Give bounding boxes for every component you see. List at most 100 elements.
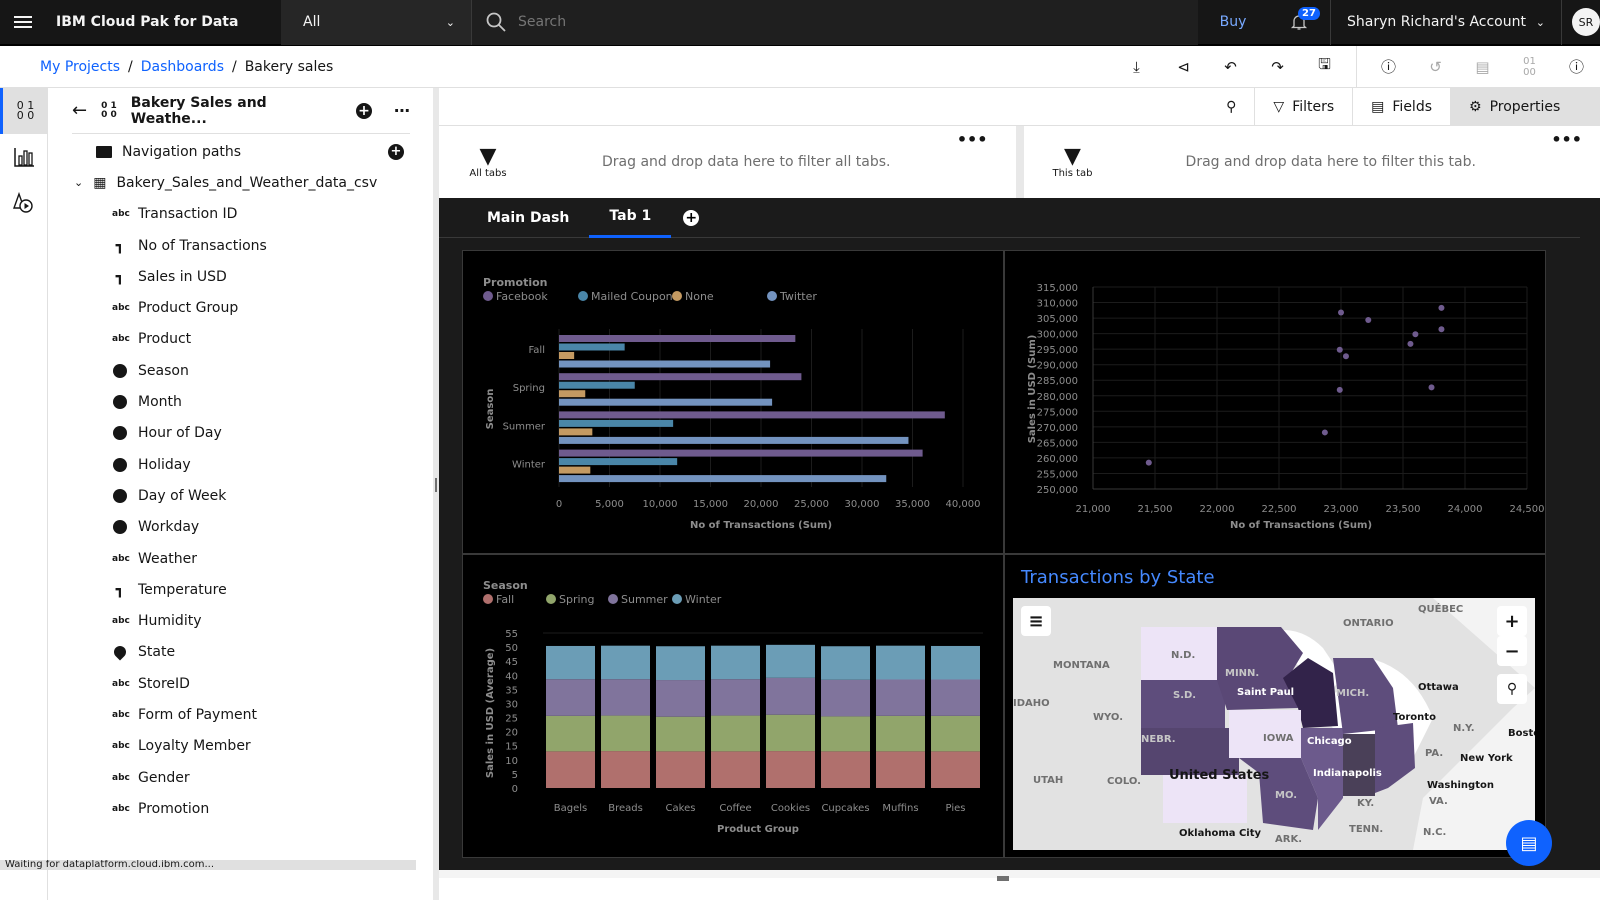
field-item[interactable]: abc Transaction ID [48,199,434,230]
version-history-icon: ↺ [1429,57,1442,76]
bar-facebook [559,335,796,342]
stack-segment-winter [766,644,815,678]
legend-label: Twitter [779,290,817,303]
overflow-menu-icon[interactable]: ⋯ [394,101,410,120]
field-item[interactable]: abc StoreID [48,668,434,699]
fields-button[interactable]: ▤ Fields [1352,87,1450,126]
avatar[interactable]: SR [1572,8,1600,36]
x-tick-label: 21,000 [1076,504,1111,515]
map-label: N.C. [1423,827,1447,838]
field-item[interactable]: abc Loyalty Member [48,731,434,762]
this-tab-filter-dropzone[interactable]: ▼ This tab Drag and drop data here to fil… [1024,126,1600,198]
help-button[interactable]: ⓘ [1553,46,1600,88]
rail-visualizations[interactable] [0,134,48,180]
field-item[interactable]: Holiday [48,449,434,480]
scatter-chart-widget[interactable]: 250,000 255,000 260,000 265,000 270,000 275,0… [1004,250,1546,554]
dashboard-content: ⚲ ▽ Filters ▤ Fields ⚙ Properties ▼ All tabs… [439,87,1600,878]
field-item[interactable]: abc Product Group [48,292,434,323]
field-item[interactable]: Workday [48,512,434,543]
help-icon: ⓘ [1568,58,1584,76]
field-item[interactable]: ┓ No of Transactions [48,230,434,261]
info-button[interactable]: ⓘ [1365,46,1412,88]
share-button[interactable]: ⊲ [1160,46,1207,88]
undo-button[interactable]: ↶ [1207,46,1254,88]
buy-link[interactable]: Buy [1198,14,1268,30]
download-button[interactable]: ⤓ [1113,46,1160,88]
state-map[interactable]: ONTARIO QUÉBEC MONTANA N.D. MINN. S.D. Saint P… [1013,598,1535,850]
stacked-bar-widget[interactable]: Season Fall Spring Summer Winter 0 5 10 15 20 25 30… [462,554,1004,858]
menu-button[interactable] [0,0,46,45]
state-sd[interactable] [1141,680,1225,728]
account-switcher[interactable]: Sharyn Richard's Account ⌄ [1330,0,1562,45]
chevron-down-icon[interactable]: ⌄ [74,176,83,189]
field-item[interactable]: abc Form of Payment [48,699,434,730]
add-source-icon[interactable]: + [356,102,372,119]
field-label: Hour of Day [138,425,222,442]
y-tick-label: 250,000 [1037,485,1078,496]
notifications-button[interactable]: 27 [1268,0,1330,45]
field-item[interactable]: abc Promotion [48,793,434,824]
bottom-resize-handle[interactable] [997,876,1009,881]
text-field-icon: abc [112,616,130,627]
breadcrumb-current: Bakery sales [244,58,334,75]
x-category-label: Cupcakes [821,803,869,814]
map-search-button[interactable]: ⚲ [1497,674,1527,704]
version-history-button[interactable]: ↺ [1412,46,1459,88]
chat-button[interactable]: ▤ [1506,820,1552,866]
tab-main-dash[interactable]: Main Dash [467,198,589,238]
this-tab-overflow-icon[interactable]: ••• [1551,130,1582,149]
comment-button[interactable]: ▤ [1459,46,1506,88]
add-navigation-path-icon[interactable]: + [388,143,404,160]
y-tick-label: 290,000 [1037,361,1078,372]
data-relationships-button[interactable]: ⚲ [1208,88,1254,126]
field-icon-wrap: abc [112,741,130,751]
field-item[interactable]: Month [48,386,434,417]
rail-data-sources[interactable]: 0 10 0 [0,88,48,134]
field-item[interactable]: Day of Week [48,480,434,511]
x-axis-title: No of Transactions (Sum) [690,520,832,531]
tab-tab-1[interactable]: Tab 1 [589,198,672,238]
data-button[interactable]: 01 00 [1506,46,1553,88]
stack-segment-summer [656,680,705,717]
filters-button[interactable]: ▽ Filters [1254,87,1352,126]
field-item[interactable]: abc Weather [48,543,434,574]
x-tick-label: 23,000 [1324,504,1359,515]
map-layers-button[interactable]: ≡ [1021,606,1051,636]
all-tabs-overflow-icon[interactable]: ••• [957,130,988,149]
breadcrumb-my-projects[interactable]: My Projects [40,59,120,75]
stack-segment-spring [711,715,760,752]
breadcrumb-dashboards[interactable]: Dashboards [141,59,224,75]
filter-divider[interactable] [1015,126,1024,198]
zoom-out-button[interactable]: − [1497,636,1527,666]
text-field-icon: abc [112,772,130,783]
field-item[interactable]: ┓ Temperature [48,574,434,605]
relationship-icon: ⚲ [1226,98,1237,115]
scatter-point [1438,304,1445,311]
rail-assistant[interactable] [0,180,48,226]
map-label: TENN. [1349,824,1384,835]
field-item[interactable]: Hour of Day [48,418,434,449]
field-item[interactable]: abc Product [48,324,434,355]
field-item[interactable]: abc Humidity [48,605,434,636]
y-tick-label: 315,000 [1037,283,1078,294]
back-arrow-icon[interactable]: ← [72,100,87,121]
stack-segment-winter [876,645,925,680]
redo-button[interactable]: ↷ [1254,46,1301,88]
y-tick-label: 0 [512,784,518,795]
add-tab-icon[interactable]: + [683,209,700,226]
all-tabs-label: All tabs [469,167,507,179]
save-button[interactable]: 🖫 [1301,46,1348,88]
field-item[interactable]: Season [48,355,434,386]
properties-button[interactable]: ⚙ Properties [1450,87,1600,126]
navigation-paths-row[interactable]: Navigation paths + [48,136,434,167]
field-item[interactable]: ┓ Sales in USD [48,261,434,292]
bar-chart-widget[interactable]: Promotion Facebook Mailed Coupon None Twitte… [462,250,1004,554]
field-item[interactable]: abc Gender [48,762,434,793]
field-item[interactable]: State [48,637,434,668]
all-tabs-filter-dropzone[interactable]: ▼ All tabs Drag and drop data here to fil… [439,126,1016,198]
zoom-in-button[interactable]: + [1497,606,1527,636]
field-icon-wrap [112,520,128,535]
search-input[interactable] [518,14,818,30]
table-row-bakery[interactable]: ⌄ ▦ Bakery_Sales_and_Weather_data_csv [48,167,434,198]
scope-dropdown[interactable]: All ⌄ [281,0,471,45]
